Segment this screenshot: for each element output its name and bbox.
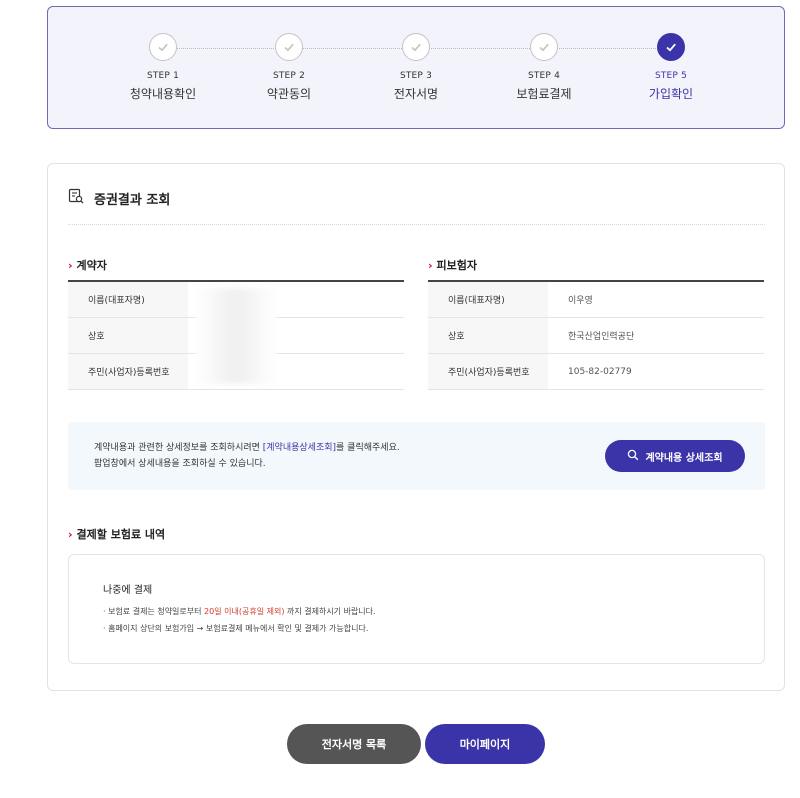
chevron-right-icon: › (68, 258, 73, 272)
payment-line-1: · 보험료 결제는 청약일로부터 20일 이내(공휴일 제외) 까지 결제하시기… (103, 606, 376, 617)
row-value: 한국산업인력공단 (568, 332, 635, 342)
step-name: 보험료결제 (516, 87, 572, 101)
step-4: STEP 4 보험료결제 (480, 33, 608, 102)
insured-heading: › 피보험자 (428, 257, 477, 273)
step-2: STEP 2 약관동의 (225, 33, 353, 102)
row-label: 이름(대표자명) (428, 282, 548, 317)
row-value: 이우영 (568, 296, 593, 306)
row-label: 주민(사업자)등록번호 (68, 354, 188, 389)
contractor-heading-label: 계약자 (76, 259, 107, 272)
contractor-heading: › 계약자 (68, 257, 107, 273)
section-title: 증권결과 조회 (94, 192, 171, 208)
payment-box-title: 나중에 결제 (103, 585, 153, 596)
step-progress: STEP 1 청약내용확인 STEP 2 약관동의 STEP 3 전자서명 ST… (47, 6, 785, 129)
document-search-icon (68, 188, 84, 208)
payment-line-2: · 홈페이지 상단의 보험가입 → 보험료결제 메뉴에서 확인 및 결제가 가능… (103, 624, 369, 633)
notice-text: 계약내용과 관련한 상세정보를 조회하시려면 [계약내용상세조회]를 클릭해주세… (94, 440, 400, 472)
row-value: 105-82-02779 (568, 366, 632, 377)
mypage-button[interactable]: 마이페이지 (425, 724, 545, 764)
table-row: 상호 한국산업인력공단 (428, 318, 764, 354)
redacted-value-blur (196, 288, 276, 384)
check-icon (657, 33, 685, 61)
detail-notice-box: 계약내용과 관련한 상세정보를 조회하시려면 [계약내용상세조회]를 클릭해주세… (68, 422, 765, 490)
chevron-right-icon: › (428, 258, 433, 272)
contract-detail-button[interactable]: 계약내용 상세조회 (605, 440, 745, 472)
check-icon (275, 33, 303, 61)
notice-link-text: [계약내용상세조회] (262, 443, 337, 453)
payment-line-1-post: 까지 결제하시기 바랍니다. (284, 607, 376, 616)
row-label: 주민(사업자)등록번호 (428, 354, 548, 389)
step-5-active: STEP 5 가입확인 (607, 33, 735, 102)
row-label: 이름(대표자명) (68, 282, 188, 317)
step-number: STEP 2 (272, 71, 306, 81)
step-name: 약관동의 (266, 87, 312, 101)
policy-result-panel: 증권결과 조회 › 계약자 이름(대표자명) 상호 주민(사업자)등록번호 › … (47, 163, 785, 691)
notice-line-2: 팝업창에서 상세내용을 조회하실 수 있습니다. (94, 459, 266, 469)
esign-list-button[interactable]: 전자서명 목록 (287, 724, 421, 764)
insured-table: 이름(대표자명) 이우영 상호 한국산업인력공단 주민(사업자)등록번호 105… (428, 280, 764, 390)
chevron-right-icon: › (68, 527, 73, 541)
step-number: STEP 4 (527, 71, 561, 81)
step-1: STEP 1 청약내용확인 (99, 33, 227, 102)
step-number: STEP 3 (399, 71, 433, 81)
payment-heading-label: 결제할 보험료 내역 (76, 528, 166, 541)
step-number: STEP 5 (654, 71, 688, 81)
insured-heading-label: 피보험자 (436, 259, 478, 272)
payment-heading: › 결제할 보험료 내역 (68, 526, 165, 542)
step-name: 청약내용확인 (129, 87, 197, 101)
notice-line-1: 계약내용과 관련한 상세정보를 조회하시려면 [계약내용상세조회]를 클릭해주세… (94, 440, 400, 456)
payment-line-1-pre: · 보험료 결제는 청약일로부터 (103, 607, 205, 616)
divider (68, 224, 765, 225)
step-3: STEP 3 전자서명 (352, 33, 480, 102)
check-icon (149, 33, 177, 61)
check-icon (402, 33, 430, 61)
notice-line-1-pre: 계약내용과 관련한 상세정보를 조회하시려면 (94, 443, 263, 453)
check-icon (530, 33, 558, 61)
search-icon (627, 449, 639, 464)
notice-line-1-post: 를 클릭해주세요. (336, 443, 400, 453)
step-number: STEP 1 (146, 71, 180, 81)
row-label: 상호 (428, 318, 548, 353)
payment-deadline: 20일 이내(공휴일 제외) (204, 607, 285, 616)
table-row: 이름(대표자명) 이우영 (428, 282, 764, 318)
step-name: 전자서명 (393, 87, 439, 101)
step-name: 가입확인 (648, 87, 694, 101)
payment-info-box: 나중에 결제 · 보험료 결제는 청약일로부터 20일 이내(공휴일 제외) 까… (68, 554, 765, 664)
section-header: 증권결과 조회 (68, 188, 170, 208)
contract-detail-button-label: 계약내용 상세조회 (645, 452, 723, 464)
table-row: 주민(사업자)등록번호 105-82-02779 (428, 354, 764, 390)
row-label: 상호 (68, 318, 188, 353)
